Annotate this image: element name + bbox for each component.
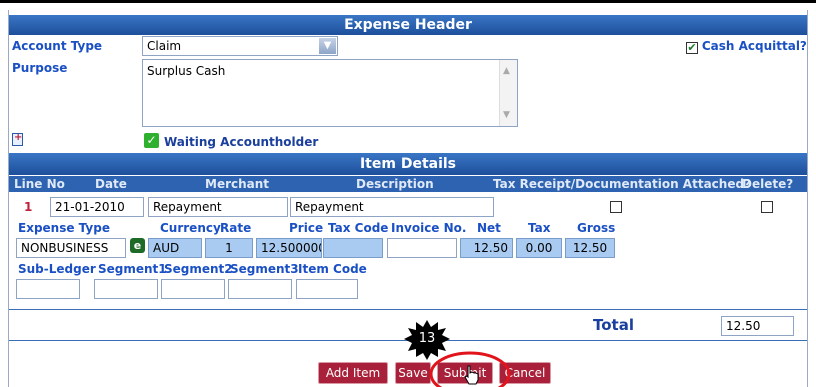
- purpose-label: Purpose: [12, 61, 68, 75]
- scroll-down-icon[interactable]: ▼: [503, 107, 510, 123]
- expense-type-label: Expense Type: [18, 221, 110, 235]
- invoice-no-label: Invoice No.: [391, 221, 467, 235]
- purpose-textarea[interactable]: Surplus Cash ▲ ▼: [142, 59, 518, 127]
- item-details-bar: Item Details: [9, 153, 807, 175]
- total-label: Total: [593, 316, 634, 334]
- col-description: Description: [356, 177, 434, 191]
- gross-field[interactable]: 12.50: [565, 238, 615, 258]
- add-item-button[interactable]: Add Item: [318, 362, 388, 384]
- merchant-field[interactable]: Repayment: [148, 197, 288, 217]
- invoice-no-field[interactable]: [387, 238, 457, 258]
- expense-type-lookup-icon[interactable]: e: [130, 238, 145, 253]
- cash-acquittal-label: Cash Acquittal?: [701, 39, 807, 53]
- segment2-label: Segment2: [164, 262, 233, 276]
- account-type-value: Claim: [147, 39, 182, 53]
- scroll-up-icon[interactable]: ▲: [503, 63, 510, 79]
- col-merchant: Merchant: [205, 177, 270, 191]
- step-number: 13: [418, 331, 436, 346]
- tax-code-label: Tax Code: [328, 221, 389, 235]
- price-label: Price: [289, 221, 324, 235]
- segment3-field[interactable]: [228, 279, 292, 299]
- net-label: Net: [477, 221, 501, 235]
- line-number: 1: [24, 200, 33, 214]
- chevron-down-icon[interactable]: ▼: [319, 38, 336, 54]
- total-divider-top: [9, 309, 807, 310]
- segment2-field[interactable]: [161, 279, 225, 299]
- top-border: [0, 0, 816, 3]
- net-field[interactable]: 12.50: [460, 238, 513, 258]
- textarea-scrollbar[interactable]: ▲ ▼: [499, 60, 517, 126]
- item-code-field[interactable]: [296, 279, 358, 299]
- tax-label: Tax: [528, 221, 551, 235]
- col-date: Date: [95, 177, 127, 191]
- purpose-value: Surplus Cash: [147, 64, 226, 78]
- status-check-icon: ✓: [144, 133, 159, 148]
- date-field[interactable]: 21-01-2010: [50, 197, 144, 217]
- segment1-field[interactable]: [94, 279, 158, 299]
- expense-type-field[interactable]: NONBUSINESS: [16, 238, 126, 258]
- cursor-hand-shape: [464, 365, 479, 385]
- segment1-label: Segment1: [98, 262, 167, 276]
- currency-field[interactable]: AUD: [148, 238, 202, 258]
- col-line-no: Line No: [14, 177, 65, 191]
- save-button[interactable]: Save: [395, 362, 431, 384]
- rate-label: Rate: [220, 221, 252, 235]
- rate-field[interactable]: 1: [205, 238, 253, 258]
- total-field: 12.50: [721, 316, 794, 336]
- account-type-label: Account Type: [12, 39, 103, 53]
- mouse-cursor-icon: [464, 365, 479, 385]
- col-tax-receipt: Tax Receipt/Documentation Attached?: [493, 177, 752, 191]
- item-code-label: Item Code: [298, 262, 367, 276]
- cash-acquittal-checkbox[interactable]: ✔: [686, 42, 698, 54]
- tax-code-field[interactable]: [323, 238, 383, 258]
- delete-checkbox[interactable]: [761, 201, 773, 213]
- segment3-label: Segment3: [230, 262, 299, 276]
- sub-ledger-label: Sub-Ledger: [18, 262, 96, 276]
- item-details-column-header: Line No Date Merchant Description Tax Re…: [9, 176, 807, 192]
- sub-ledger-field[interactable]: [16, 279, 80, 299]
- status-text: Waiting Accountholder: [164, 135, 319, 149]
- gross-label: Gross: [577, 221, 616, 235]
- account-type-select[interactable]: Claim ▼: [142, 36, 338, 56]
- col-delete: Delete?: [742, 177, 794, 191]
- currency-label: Currency: [160, 221, 221, 235]
- add-document-icon[interactable]: +: [12, 132, 23, 146]
- price-field[interactable]: 12.5000000: [256, 238, 322, 258]
- tax-receipt-checkbox[interactable]: [610, 201, 622, 213]
- cash-acquittal-group[interactable]: ✔ Cash Acquittal?: [686, 39, 807, 54]
- tax-field[interactable]: 0.00: [516, 238, 562, 258]
- description-field[interactable]: Repayment: [290, 197, 494, 217]
- expense-header-bar: Expense Header: [9, 15, 807, 35]
